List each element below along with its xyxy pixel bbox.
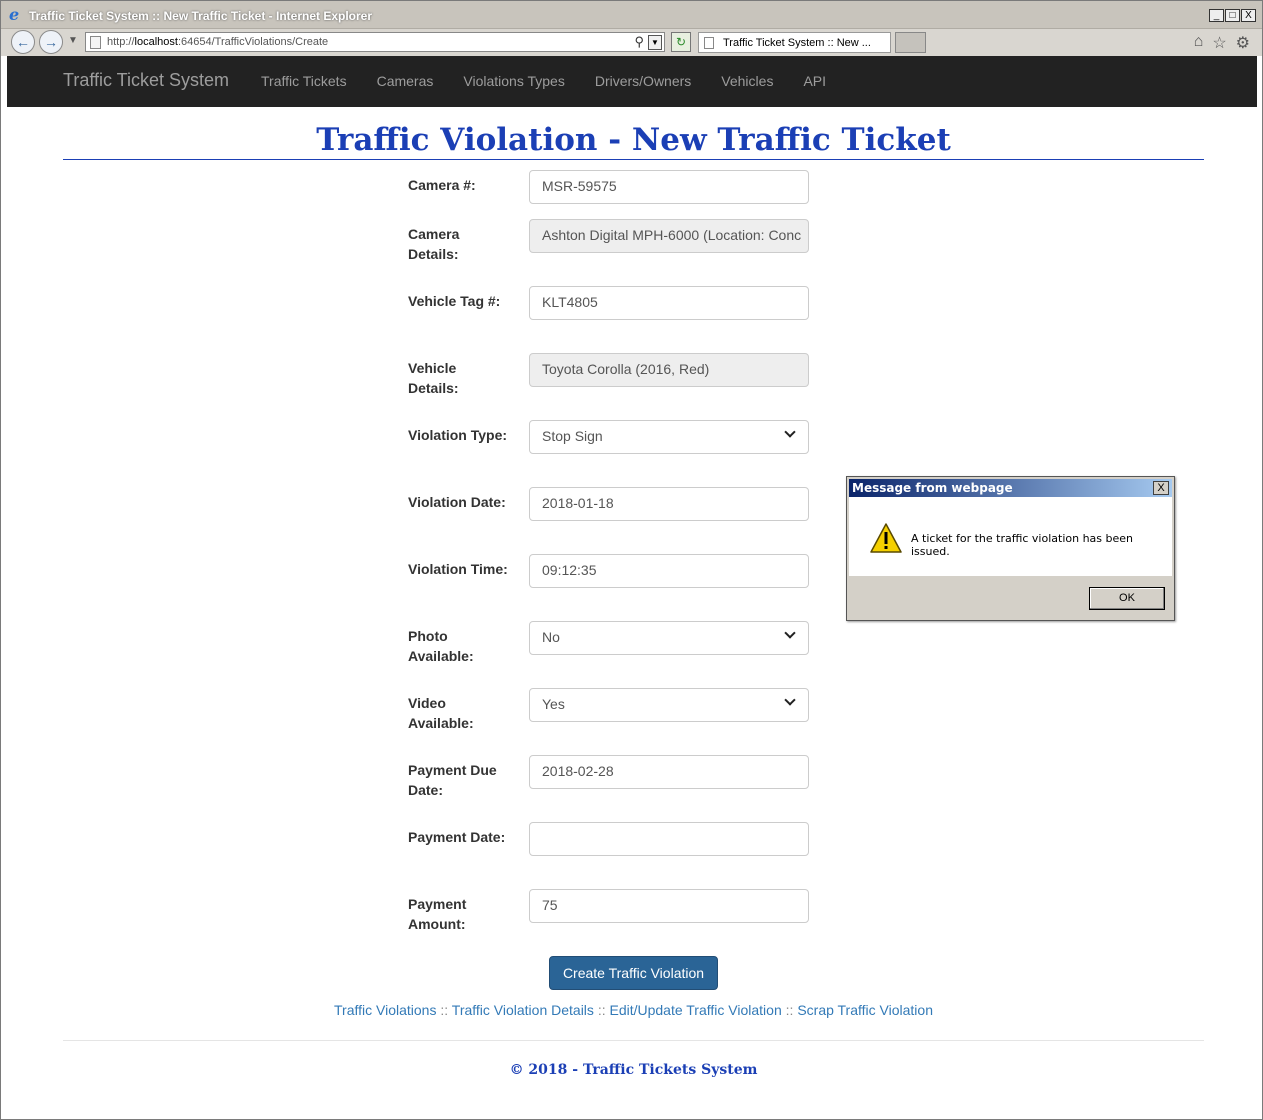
violation-date-row: Violation Date: 2018-01-18	[408, 487, 810, 521]
message-dialog: Message from webpage X A ticket for the …	[846, 476, 1175, 621]
tab-page-icon	[704, 37, 714, 49]
address-input[interactable]: http://localhost:64654/TrafficViolations…	[85, 32, 665, 52]
traffic-violations-link[interactable]: Traffic Violations	[334, 1002, 436, 1018]
favorites-star-icon[interactable]: ☆	[1212, 33, 1226, 53]
window-controls: _ □ X	[1208, 9, 1256, 22]
payment-due-date-row: Payment Due Date: 2018-02-28	[408, 755, 810, 798]
photo-available-row: Photo Available: No	[408, 621, 810, 664]
camera-details-field: Ashton Digital MPH-6000 (Location: Conc	[529, 219, 809, 253]
video-available-value: Yes	[542, 696, 565, 712]
nav-api[interactable]: API	[803, 73, 826, 89]
payment-due-date-input[interactable]: 2018-02-28	[529, 755, 809, 789]
vehicle-details-field: Toyota Corolla (2016, Red)	[529, 353, 809, 387]
violation-time-row: Violation Time: 09:12:35	[408, 554, 810, 588]
link-separator: ::	[785, 1002, 794, 1018]
vehicle-details-row: Vehicle Details: Toyota Corolla (2016, R…	[408, 353, 810, 396]
dialog-message: A ticket for the traffic violation has b…	[911, 532, 1134, 558]
payment-amount-label: Payment Amount:	[408, 896, 467, 932]
video-available-label: Video Available:	[408, 695, 474, 731]
internet-explorer-icon: e	[9, 5, 20, 24]
dialog-title: Message from webpage	[852, 481, 1013, 495]
ok-button[interactable]: OK	[1089, 587, 1165, 610]
photo-available-label: Photo Available:	[408, 628, 474, 664]
nav-links: Traffic Tickets Cameras Violations Types…	[261, 73, 856, 89]
page-icon	[90, 36, 101, 49]
site-navbar: Traffic Ticket System Traffic Tickets Ca…	[7, 56, 1257, 107]
nav-cameras[interactable]: Cameras	[377, 73, 434, 89]
forward-button[interactable]: →	[39, 30, 63, 54]
refresh-button[interactable]: ↻	[671, 32, 691, 52]
warning-icon	[870, 523, 902, 553]
chevron-down-icon	[784, 627, 796, 639]
camera-number-input[interactable]: MSR-59575	[529, 170, 809, 204]
home-icon[interactable]: ⌂	[1194, 33, 1204, 53]
scrap-traffic-violation-link[interactable]: Scrap Traffic Violation	[797, 1002, 933, 1018]
edit-update-traffic-violation-link[interactable]: Edit/Update Traffic Violation	[609, 1002, 781, 1018]
close-window-button[interactable]: X	[1241, 9, 1256, 22]
vehicle-tag-input[interactable]: KLT4805	[529, 286, 809, 320]
title-bar: e Traffic Ticket System :: New Traffic T…	[1, 1, 1262, 29]
vehicle-details-label: Vehicle Details:	[408, 360, 459, 396]
violation-type-value: Stop Sign	[542, 428, 603, 444]
violation-date-label: Violation Date:	[408, 494, 506, 510]
address-dropdown-icon[interactable]: ▼	[648, 35, 662, 50]
violation-type-row: Violation Type: Stop Sign	[408, 420, 810, 454]
link-separator: ::	[597, 1002, 606, 1018]
payment-amount-row: Payment Amount: 75	[408, 889, 810, 932]
photo-available-value: No	[542, 629, 560, 645]
link-separator: ::	[440, 1002, 449, 1018]
photo-available-select[interactable]: No	[529, 621, 809, 655]
payment-amount-input[interactable]: 75	[529, 889, 809, 923]
video-available-select[interactable]: Yes	[529, 688, 809, 722]
gear-icon[interactable]: ⚙	[1236, 33, 1250, 53]
navbar-brand[interactable]: Traffic Ticket System	[63, 70, 229, 91]
address-bar-area: ← → ▼ http://localhost:64654/TrafficViol…	[1, 29, 1262, 56]
dialog-close-button[interactable]: X	[1153, 481, 1169, 495]
vehicle-tag-label: Vehicle Tag #:	[408, 293, 501, 309]
camera-details-row: Camera Details: Ashton Digital MPH-6000 …	[408, 219, 810, 262]
payment-date-row: Payment Date:	[408, 822, 810, 856]
chevron-down-icon	[784, 694, 796, 706]
maximize-button[interactable]: □	[1225, 9, 1240, 22]
nav-violations-types[interactable]: Violations Types	[463, 73, 564, 89]
nav-vehicles[interactable]: Vehicles	[721, 73, 773, 89]
search-icon[interactable]: ⚲	[634, 34, 644, 50]
violation-date-input[interactable]: 2018-01-18	[529, 487, 809, 521]
create-traffic-violation-button[interactable]: Create Traffic Violation	[549, 956, 718, 990]
traffic-violation-details-link[interactable]: Traffic Violation Details	[452, 1002, 594, 1018]
violation-time-input[interactable]: 09:12:35	[529, 554, 809, 588]
payment-date-input[interactable]	[529, 822, 809, 856]
violation-type-select[interactable]: Stop Sign	[529, 420, 809, 454]
nav-drivers-owners[interactable]: Drivers/Owners	[595, 73, 691, 89]
dialog-title-bar[interactable]: Message from webpage X	[849, 479, 1172, 497]
page-title: Traffic Violation - New Traffic Ticket	[316, 122, 951, 158]
violation-time-label: Violation Time:	[408, 561, 508, 577]
browser-tools: ⌂ ☆ ⚙	[1194, 33, 1250, 53]
window-title: Traffic Ticket System :: New Traffic Tic…	[29, 9, 373, 23]
chevron-down-icon	[784, 426, 796, 438]
payment-due-date-label: Payment Due Date:	[408, 762, 497, 798]
url-text: http://localhost:64654/TrafficViolations…	[107, 36, 329, 48]
violation-type-label: Violation Type:	[408, 427, 508, 443]
payment-date-label: Payment Date:	[408, 829, 506, 845]
footer-divider	[63, 1040, 1204, 1041]
copyright: © 2018 - Traffic Tickets System	[509, 1062, 758, 1078]
browser-tab[interactable]: Traffic Ticket System :: New ...	[698, 32, 891, 53]
camera-details-label: Camera Details:	[408, 226, 460, 262]
title-divider	[63, 159, 1204, 160]
browser-window: e Traffic Ticket System :: New Traffic T…	[0, 0, 1263, 1120]
minimize-button[interactable]: _	[1209, 9, 1224, 22]
nav-traffic-tickets[interactable]: Traffic Tickets	[261, 73, 347, 89]
tab-label: Traffic Ticket System :: New ...	[723, 37, 871, 49]
vehicle-tag-row: Vehicle Tag #: KLT4805	[408, 286, 810, 320]
back-button[interactable]: ←	[11, 30, 35, 54]
video-available-row: Video Available: Yes	[408, 688, 810, 731]
dialog-body: A ticket for the traffic violation has b…	[849, 497, 1172, 576]
new-tab-button[interactable]	[895, 32, 926, 53]
camera-row: Camera #: MSR-59575	[408, 170, 810, 204]
camera-label: Camera #:	[408, 177, 476, 193]
footer-links: Traffic Violations :: Traffic Violation …	[63, 1002, 1204, 1018]
history-dropdown-icon[interactable]: ▼	[68, 35, 78, 46]
